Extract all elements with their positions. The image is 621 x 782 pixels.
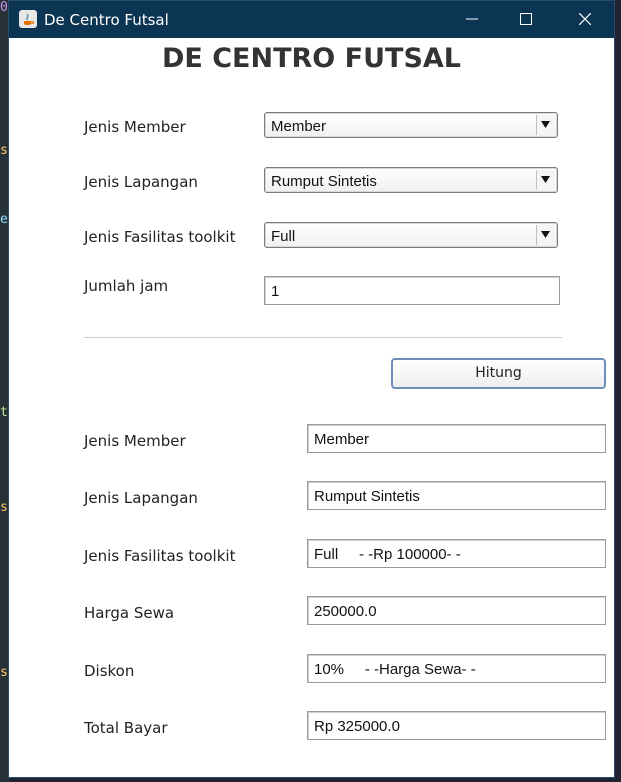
result-fasilitas-field[interactable]: Full - -Rp 100000- -	[307, 539, 606, 568]
harga-field[interactable]: 250000.0	[307, 596, 606, 625]
result-fasilitas-label: Jenis Fasilitas toolkit	[84, 547, 236, 565]
code-fragment: s	[0, 500, 8, 515]
member-select-value: Member	[271, 118, 327, 135]
jam-input[interactable]: 1	[264, 276, 560, 305]
app-window: De Centro Futsal DE CENTRO FUTSAL Jenis …	[8, 0, 615, 778]
jam-input-value: 1	[271, 283, 280, 300]
code-fragment: e	[0, 212, 8, 227]
harga-label: Harga Sewa	[84, 604, 175, 622]
diskon-field[interactable]: 10% - -Harga Sewa- -	[307, 654, 606, 683]
window-title: De Centro Futsal	[44, 11, 169, 29]
diskon-value: 10% - -Harga Sewa- -	[314, 661, 476, 678]
total-field[interactable]: Rp 325000.0	[307, 711, 606, 740]
total-value: Rp 325000.0	[314, 718, 400, 735]
lapangan-select-value: Rumput Sintetis	[271, 173, 377, 190]
result-member-value: Member	[314, 431, 370, 448]
dropdown-arrow-icon[interactable]	[536, 225, 555, 245]
result-lapangan-label: Jenis Lapangan	[84, 489, 198, 507]
maximize-icon	[520, 13, 532, 25]
harga-value: 250000.0	[314, 603, 377, 620]
close-button[interactable]	[562, 1, 608, 38]
member-label: Jenis Member	[84, 118, 186, 136]
maximize-button[interactable]	[503, 1, 549, 38]
code-fragment: t	[0, 405, 8, 420]
hitung-button[interactable]: Hitung	[391, 358, 606, 389]
minimize-button[interactable]	[449, 1, 495, 38]
code-fragment: 0	[0, 0, 8, 15]
fasilitas-label: Jenis Fasilitas toolkit	[84, 228, 236, 246]
member-select[interactable]: Member	[264, 112, 558, 138]
code-fragment: s	[0, 665, 8, 680]
close-icon	[579, 13, 591, 25]
result-fasilitas-value: Full - -Rp 100000- -	[314, 546, 461, 563]
minimize-icon	[466, 18, 478, 20]
title-bar[interactable]: De Centro Futsal	[9, 1, 614, 38]
java-icon	[19, 10, 37, 28]
dropdown-arrow-icon[interactable]	[536, 170, 555, 190]
divider	[84, 337, 562, 338]
dropdown-arrow-icon[interactable]	[536, 115, 555, 135]
fasilitas-select-value: Full	[271, 228, 296, 245]
diskon-label: Diskon	[84, 662, 135, 680]
result-member-label: Jenis Member	[84, 432, 186, 450]
page-title: DE CENTRO FUTSAL	[161, 43, 461, 74]
result-member-field[interactable]: Member	[307, 424, 606, 453]
lapangan-label: Jenis Lapangan	[84, 173, 198, 191]
result-lapangan-value: Rumput Sintetis	[314, 488, 420, 505]
fasilitas-select[interactable]: Full	[264, 222, 558, 248]
result-lapangan-field[interactable]: Rumput Sintetis	[307, 481, 606, 510]
total-label: Total Bayar	[84, 719, 168, 737]
code-fragment: s	[0, 143, 8, 158]
jam-label: Jumlah jam	[84, 277, 169, 295]
lapangan-select[interactable]: Rumput Sintetis	[264, 167, 558, 193]
